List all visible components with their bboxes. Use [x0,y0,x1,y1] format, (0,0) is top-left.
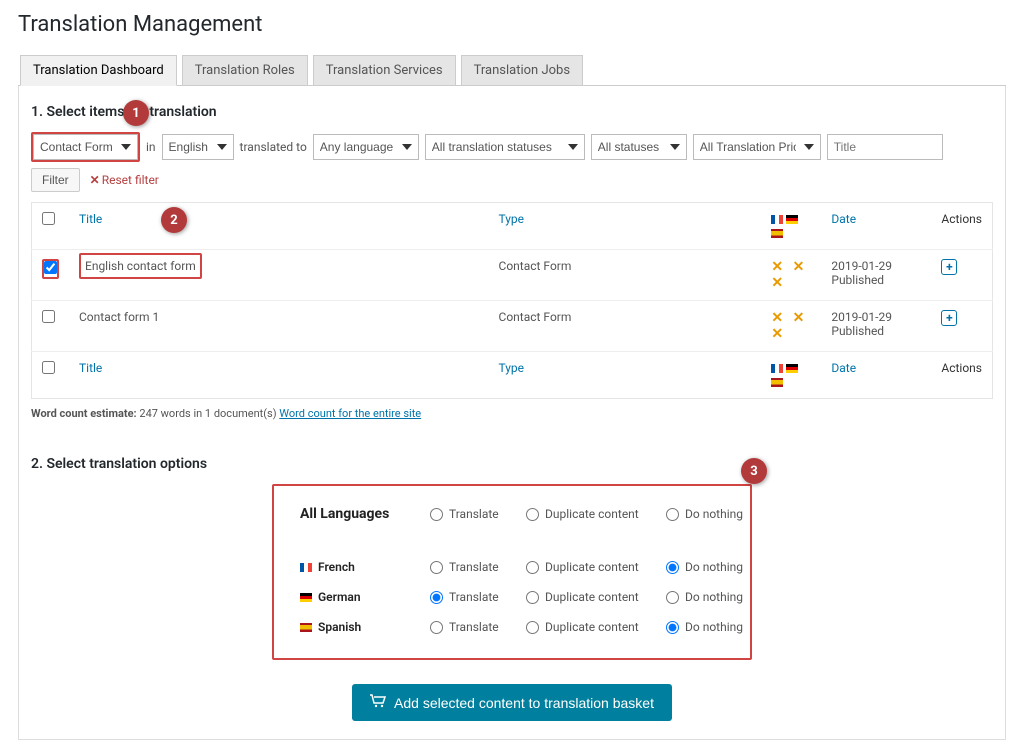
select-all-checkbox[interactable] [42,212,55,225]
content-panel: 1. Select items for translation 1 Contac… [18,86,1006,740]
row-title-link[interactable]: English contact form [79,253,202,279]
row-title-link[interactable]: Contact form 1 [69,301,489,352]
all-duplicate-radio[interactable] [526,508,539,521]
all-translate-radio[interactable] [430,508,443,521]
row-checkbox[interactable] [42,310,55,323]
reset-filter-link[interactable]: ✕ Reset filter [90,173,159,187]
filter-row: Contact Form in English translated to An… [31,132,993,192]
flag-fr-icon [771,215,783,224]
word-count-site-link[interactable]: Word count for the entire site [279,407,421,420]
col-actions: Actions [931,203,992,250]
table-row: Contact form 1 Contact Form ✕ ✕ ✕ 2019-0… [32,301,993,352]
title-search-input[interactable] [827,134,943,160]
in-label: in [146,140,156,154]
col-type-footer: Type [489,352,762,399]
select-all-checkbox-footer[interactable] [42,361,55,374]
section2-heading: 2. Select translation options [31,456,993,472]
lang-select[interactable]: English [162,134,234,160]
es-duplicate-radio[interactable] [526,621,539,634]
row-type: Contact Form [489,250,762,301]
add-to-basket-button[interactable]: Add selected content to translation bask… [352,684,672,721]
section1-heading: 1. Select items for translation 1 [31,104,993,120]
flag-es-icon [771,378,783,387]
lang-row-german: German [300,590,430,604]
col-actions-footer: Actions [931,352,992,399]
all-nothing-radio[interactable] [666,508,679,521]
edit-icon[interactable]: + [941,310,957,326]
all-languages-label: All Languages [300,506,430,522]
col-date-footer[interactable]: Date [821,352,931,399]
de-nothing-radio[interactable] [666,591,679,604]
table-row: English contact form Contact Form ✕ ✕ ✕ … [32,250,993,301]
es-translate-radio[interactable] [430,621,443,634]
col-flags [761,203,821,250]
annotation-badge-2: 2 [161,207,187,233]
section2: 2. Select translation options 3 All Lang… [31,456,993,721]
page-title: Translation Management [18,12,1006,37]
edit-icon[interactable]: + [941,259,957,275]
flag-fr-icon [771,364,783,373]
es-nothing-radio[interactable] [666,621,679,634]
row-type: Contact Form [489,301,762,352]
flag-fr-icon [300,563,312,572]
priority-select[interactable]: All Translation Priorities [693,134,821,160]
flag-de-icon [786,364,798,373]
de-duplicate-radio[interactable] [526,591,539,604]
row-date: 2019-01-29Published [821,250,931,301]
close-icon: ✕ [90,173,100,187]
tab-translation-dashboard[interactable]: Translation Dashboard [20,55,177,86]
col-title-footer[interactable]: Title [69,352,489,399]
filter-button[interactable]: Filter [31,168,80,192]
any-lang-select[interactable]: Any language [313,134,419,160]
word-count-line: Word count estimate: 247 words in 1 docu… [31,407,993,420]
col-date[interactable]: Date [821,203,931,250]
fr-nothing-radio[interactable] [666,561,679,574]
row-checkbox[interactable] [44,261,57,274]
flag-de-icon [786,215,798,224]
flag-de-icon [300,593,312,602]
de-translate-radio[interactable] [430,591,443,604]
tab-translation-roles[interactable]: Translation Roles [182,55,308,85]
type-select[interactable]: Contact Form [33,134,138,160]
annotation-badge-1: 1 [123,100,149,126]
cart-icon [370,694,386,711]
translation-options-panel: All Languages Translate Duplicate conten… [272,484,752,660]
col-flags-footer [761,352,821,399]
translated-to-label: translated to [240,140,307,154]
translation-status-icons: ✕ ✕ ✕ [771,259,807,291]
row-date: 2019-01-29Published [821,301,931,352]
translation-status-select[interactable]: All translation statuses [425,134,585,160]
fr-translate-radio[interactable] [430,561,443,574]
tabs-wrapper: Translation Dashboard Translation Roles … [18,55,1006,86]
fr-duplicate-radio[interactable] [526,561,539,574]
lang-row-spanish: Spanish [300,620,430,634]
tab-translation-jobs[interactable]: Translation Jobs [461,55,583,85]
annotation-badge-3: 3 [741,458,767,484]
flag-es-icon [300,623,312,632]
flag-es-icon [771,229,783,238]
lang-row-french: French [300,560,430,574]
post-status-select[interactable]: All statuses [591,134,687,160]
tab-translation-services[interactable]: Translation Services [313,55,456,85]
col-type: Type [489,203,762,250]
translation-status-icons: ✕ ✕ ✕ [771,310,807,342]
col-title[interactable]: Title [69,203,489,250]
